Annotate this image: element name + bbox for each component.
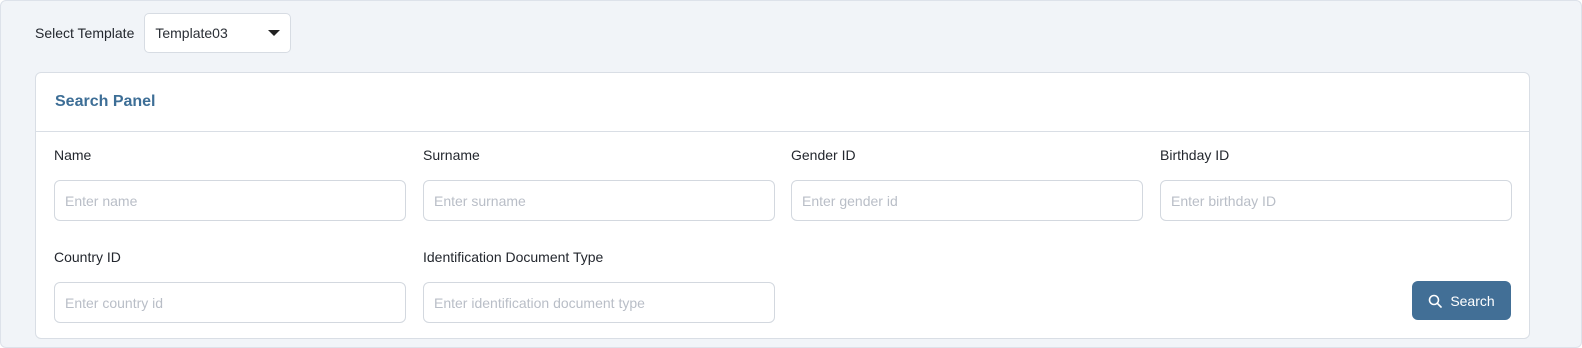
template-selector-row: Select Template Template03 xyxy=(35,13,292,53)
search-button[interactable]: Search xyxy=(1412,281,1511,320)
birthday-id-input[interactable] xyxy=(1160,180,1512,221)
surname-input[interactable] xyxy=(423,180,775,221)
template-dropdown[interactable]: Template03 xyxy=(144,13,292,53)
country-id-field-group: Country ID xyxy=(54,248,406,323)
birthday-id-field-group: Birthday ID xyxy=(1160,146,1512,221)
caret-down-icon xyxy=(268,30,281,36)
birthday-id-label: Birthday ID xyxy=(1160,147,1230,163)
search-panel-title: Search Panel xyxy=(55,93,156,110)
gender-id-input[interactable] xyxy=(791,180,1143,221)
country-id-input[interactable] xyxy=(54,282,406,323)
search-panel-header: Search Panel xyxy=(36,73,1529,132)
template-selected-value: Template03 xyxy=(155,25,228,41)
search-panel: Search Panel Name Surname Gender ID Birt… xyxy=(35,72,1530,339)
template-label: Select Template xyxy=(35,25,135,41)
identification-document-type-input[interactable] xyxy=(423,282,775,323)
gender-id-field-group: Gender ID xyxy=(791,146,1143,221)
country-id-label: Country ID xyxy=(54,249,121,265)
name-input[interactable] xyxy=(54,180,406,221)
name-label: Name xyxy=(54,147,92,163)
name-field-group: Name xyxy=(54,146,406,221)
surname-label: Surname xyxy=(423,147,480,163)
identification-document-type-field-group: Identification Document Type xyxy=(423,248,775,323)
surname-field-group: Surname xyxy=(423,146,775,221)
gender-id-label: Gender ID xyxy=(791,147,856,163)
identification-document-type-label: Identification Document Type xyxy=(423,249,604,265)
search-button-label: Search xyxy=(1450,292,1495,309)
page-frame: Select Template Template03 Search Panel … xyxy=(0,0,1582,348)
search-icon xyxy=(1428,294,1443,308)
